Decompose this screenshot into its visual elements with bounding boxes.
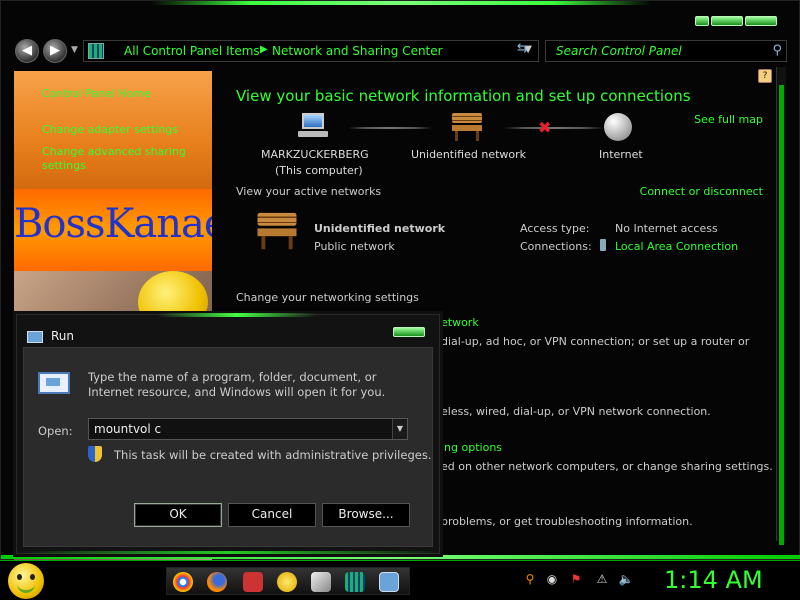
access-type-value: No Internet access [615,222,718,235]
control-panel-icon [88,43,104,59]
scrollbar-thumb[interactable] [779,85,784,545]
computer-icon [298,113,328,139]
admin-privileges-note: This task will be created with administr… [114,448,432,462]
search-placeholder: Search Control Panel [556,44,682,58]
change-adapter-settings-link[interactable]: Change adapter settings [42,123,202,137]
window-controls [695,16,777,26]
see-full-map-link[interactable]: See full map [694,113,763,126]
run-dialog: Run Type the name of a program, folder, … [16,313,441,554]
refresh-icon[interactable]: ⇆ [517,41,528,56]
no-connection-icon: ✖ [538,118,552,137]
recent-pages-chevron-down-icon[interactable]: ▼ [71,45,78,55]
page-title: View your basic network information and … [236,87,691,105]
breadcrumb-separator[interactable]: ▶ [260,44,268,55]
open-input[interactable] [88,418,408,440]
banner-text: BossKanae [14,201,212,247]
setup-connection-link[interactable]: etwork [441,316,479,329]
quick-launch [166,567,410,595]
search-icon[interactable]: ⚲ [772,43,782,58]
taskbar: ⚲ ◉ ⚑ ⚠ 🔈 1:14 AM [0,560,800,600]
connection-line-broken [504,127,604,129]
messenger-smiley-icon[interactable] [277,572,297,592]
setup-connection-desc: dial-up, ad hoc, or VPN connection; or s… [441,335,750,348]
internet-node-label: Internet [599,148,643,161]
run-title-icon [27,331,43,343]
dialog-title: Run [51,329,75,343]
network-adapter-icon [600,239,606,251]
internet-globe-icon [604,113,632,141]
volume-icon[interactable]: 🔈 [618,571,634,587]
uac-shield-icon [88,446,102,462]
dialog-bottom-glow [17,551,441,554]
status-tray-icon[interactable]: ◉ [544,571,560,587]
network-name: Unidentified network [314,222,446,235]
navigation-bar: ◀ ▶ ▼ All Control Panel Items ▶ Network … [11,39,789,65]
ok-button[interactable]: OK [134,503,222,527]
change-advanced-sharing-link[interactable]: Change advanced sharing settings [42,145,202,173]
browse-button[interactable]: Browse... [322,503,410,527]
firefox-icon[interactable] [207,572,227,592]
dialog-description: Type the name of a program, folder, docu… [88,370,386,399]
open-history-chevron-down-icon[interactable]: ▼ [392,419,407,439]
bench-network-icon [452,113,482,141]
network-warning-icon[interactable]: ⚠ [594,571,610,587]
change-settings-heading: Change your networking settings [236,291,419,304]
search-tray-icon[interactable]: ⚲ [522,571,538,587]
start-button[interactable] [8,563,44,599]
back-button[interactable]: ◀ [15,39,39,63]
network-node-label: Unidentified network [411,148,527,161]
run-program-icon [38,372,70,394]
connections-label: Connections: [520,240,592,253]
bench-network-large-icon [257,212,297,250]
dialog-top-glow [157,313,317,317]
access-type-label: Access type: [520,222,590,235]
cancel-button[interactable]: Cancel [228,503,316,527]
flag-icon[interactable]: ⚑ [568,571,584,587]
search-box[interactable]: Search Control Panel ⚲ [545,40,787,62]
active-networks-label: View your active networks [236,185,382,198]
dialog-body: Type the name of a program, folder, docu… [23,347,433,547]
computer-name: MARKZUCKERBERG [261,148,369,161]
forward-button[interactable]: ▶ [43,39,67,63]
minimize-button[interactable] [695,16,709,26]
maximize-button[interactable] [711,16,743,26]
control-panel-home-link[interactable]: Control Panel Home [42,87,202,101]
network-type-link[interactable]: Public network [314,240,395,253]
paint-icon[interactable] [311,572,331,592]
breadcrumb-network-sharing-center[interactable]: Network and Sharing Center [272,44,443,58]
top-glow [151,1,651,5]
help-icon[interactable]: ? [758,69,772,83]
dialog-close-button[interactable] [393,327,425,337]
wallpaper-banner: BossKanae [14,189,212,271]
computer-subtitle: (This computer) [275,164,363,177]
vertical-scrollbar[interactable] [776,67,786,545]
breadcrumb-all-control-panel-items[interactable]: All Control Panel Items [124,44,260,58]
bottom-glow [1,555,800,559]
connection-line [348,127,432,129]
close-button[interactable] [745,16,777,26]
run-taskbar-icon[interactable] [379,572,399,592]
address-bar[interactable]: All Control Panel Items ▶ Network and Sh… [83,40,539,62]
clock[interactable]: 1:14 AM [664,566,763,594]
open-label: Open: [38,424,73,438]
sharing-options-link[interactable]: ing options [441,441,502,454]
local-area-connection-link[interactable]: Local Area Connection [615,240,738,253]
control-panel-taskbar-icon[interactable] [345,572,365,592]
troubleshoot-desc: problems, or get troubleshooting informa… [441,515,693,528]
media-player-icon[interactable] [243,572,263,592]
connect-or-disconnect-link[interactable]: Connect or disconnect [640,185,763,198]
sharing-options-desc: ed on other network computers, or change… [441,460,773,473]
chrome-icon[interactable] [173,572,193,592]
connect-network-desc: eless, wired, dial-up, or VPN network co… [441,405,711,418]
